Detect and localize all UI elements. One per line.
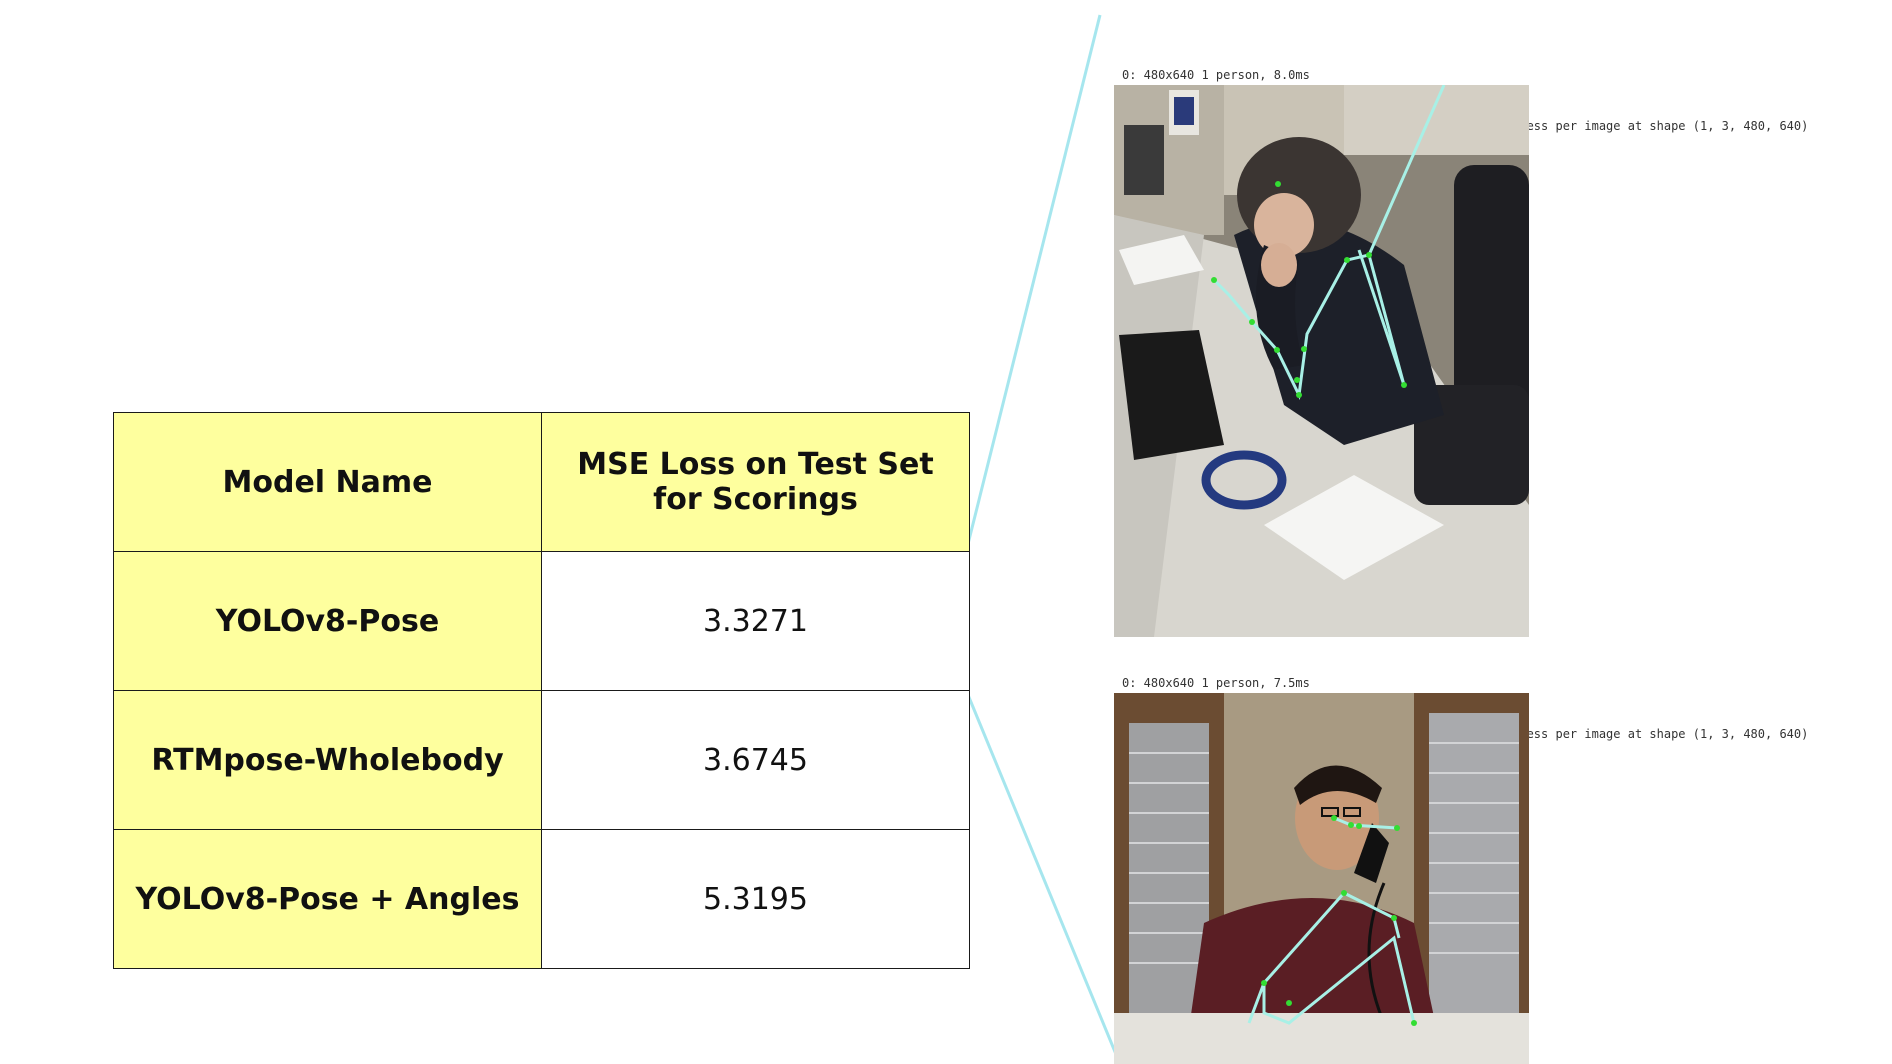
header-mse-loss: MSE Loss on Test Set for Scorings <box>541 412 970 552</box>
table-row: YOLOv8-Pose + Angles 5.3195 <box>113 829 970 969</box>
model-name-cell: RTMpose-Wholebody <box>113 690 542 830</box>
model-name-cell: YOLOv8-Pose <box>113 551 542 691</box>
header-model-name: Model Name <box>113 412 542 552</box>
log-line: 0: 480x640 1 person, 7.5ms <box>1122 676 1310 690</box>
log-line: 0: 480x640 1 person, 8.0ms <box>1122 68 1310 82</box>
mse-value-cell: 3.6745 <box>541 690 970 830</box>
mse-value-cell: 5.3195 <box>541 829 970 969</box>
model-name-cell: YOLOv8-Pose + Angles <box>113 829 542 969</box>
pose-photo-top <box>1114 85 1529 637</box>
connector-line-top <box>964 14 1102 553</box>
mse-value-cell: 3.3271 <box>541 551 970 691</box>
table-row: YOLOv8-Pose 3.3271 <box>113 551 970 691</box>
results-table: Model Name MSE Loss on Test Set for Scor… <box>113 412 970 969</box>
table-header-row: Model Name MSE Loss on Test Set for Scor… <box>113 412 970 552</box>
connector-line-bottom <box>964 689 1122 1064</box>
table-row: RTMpose-Wholebody 3.6745 <box>113 690 970 830</box>
pose-photo-bottom <box>1114 693 1529 1064</box>
office-desk-scene-image <box>1114 85 1529 637</box>
phone-call-scene-image <box>1114 693 1529 1064</box>
